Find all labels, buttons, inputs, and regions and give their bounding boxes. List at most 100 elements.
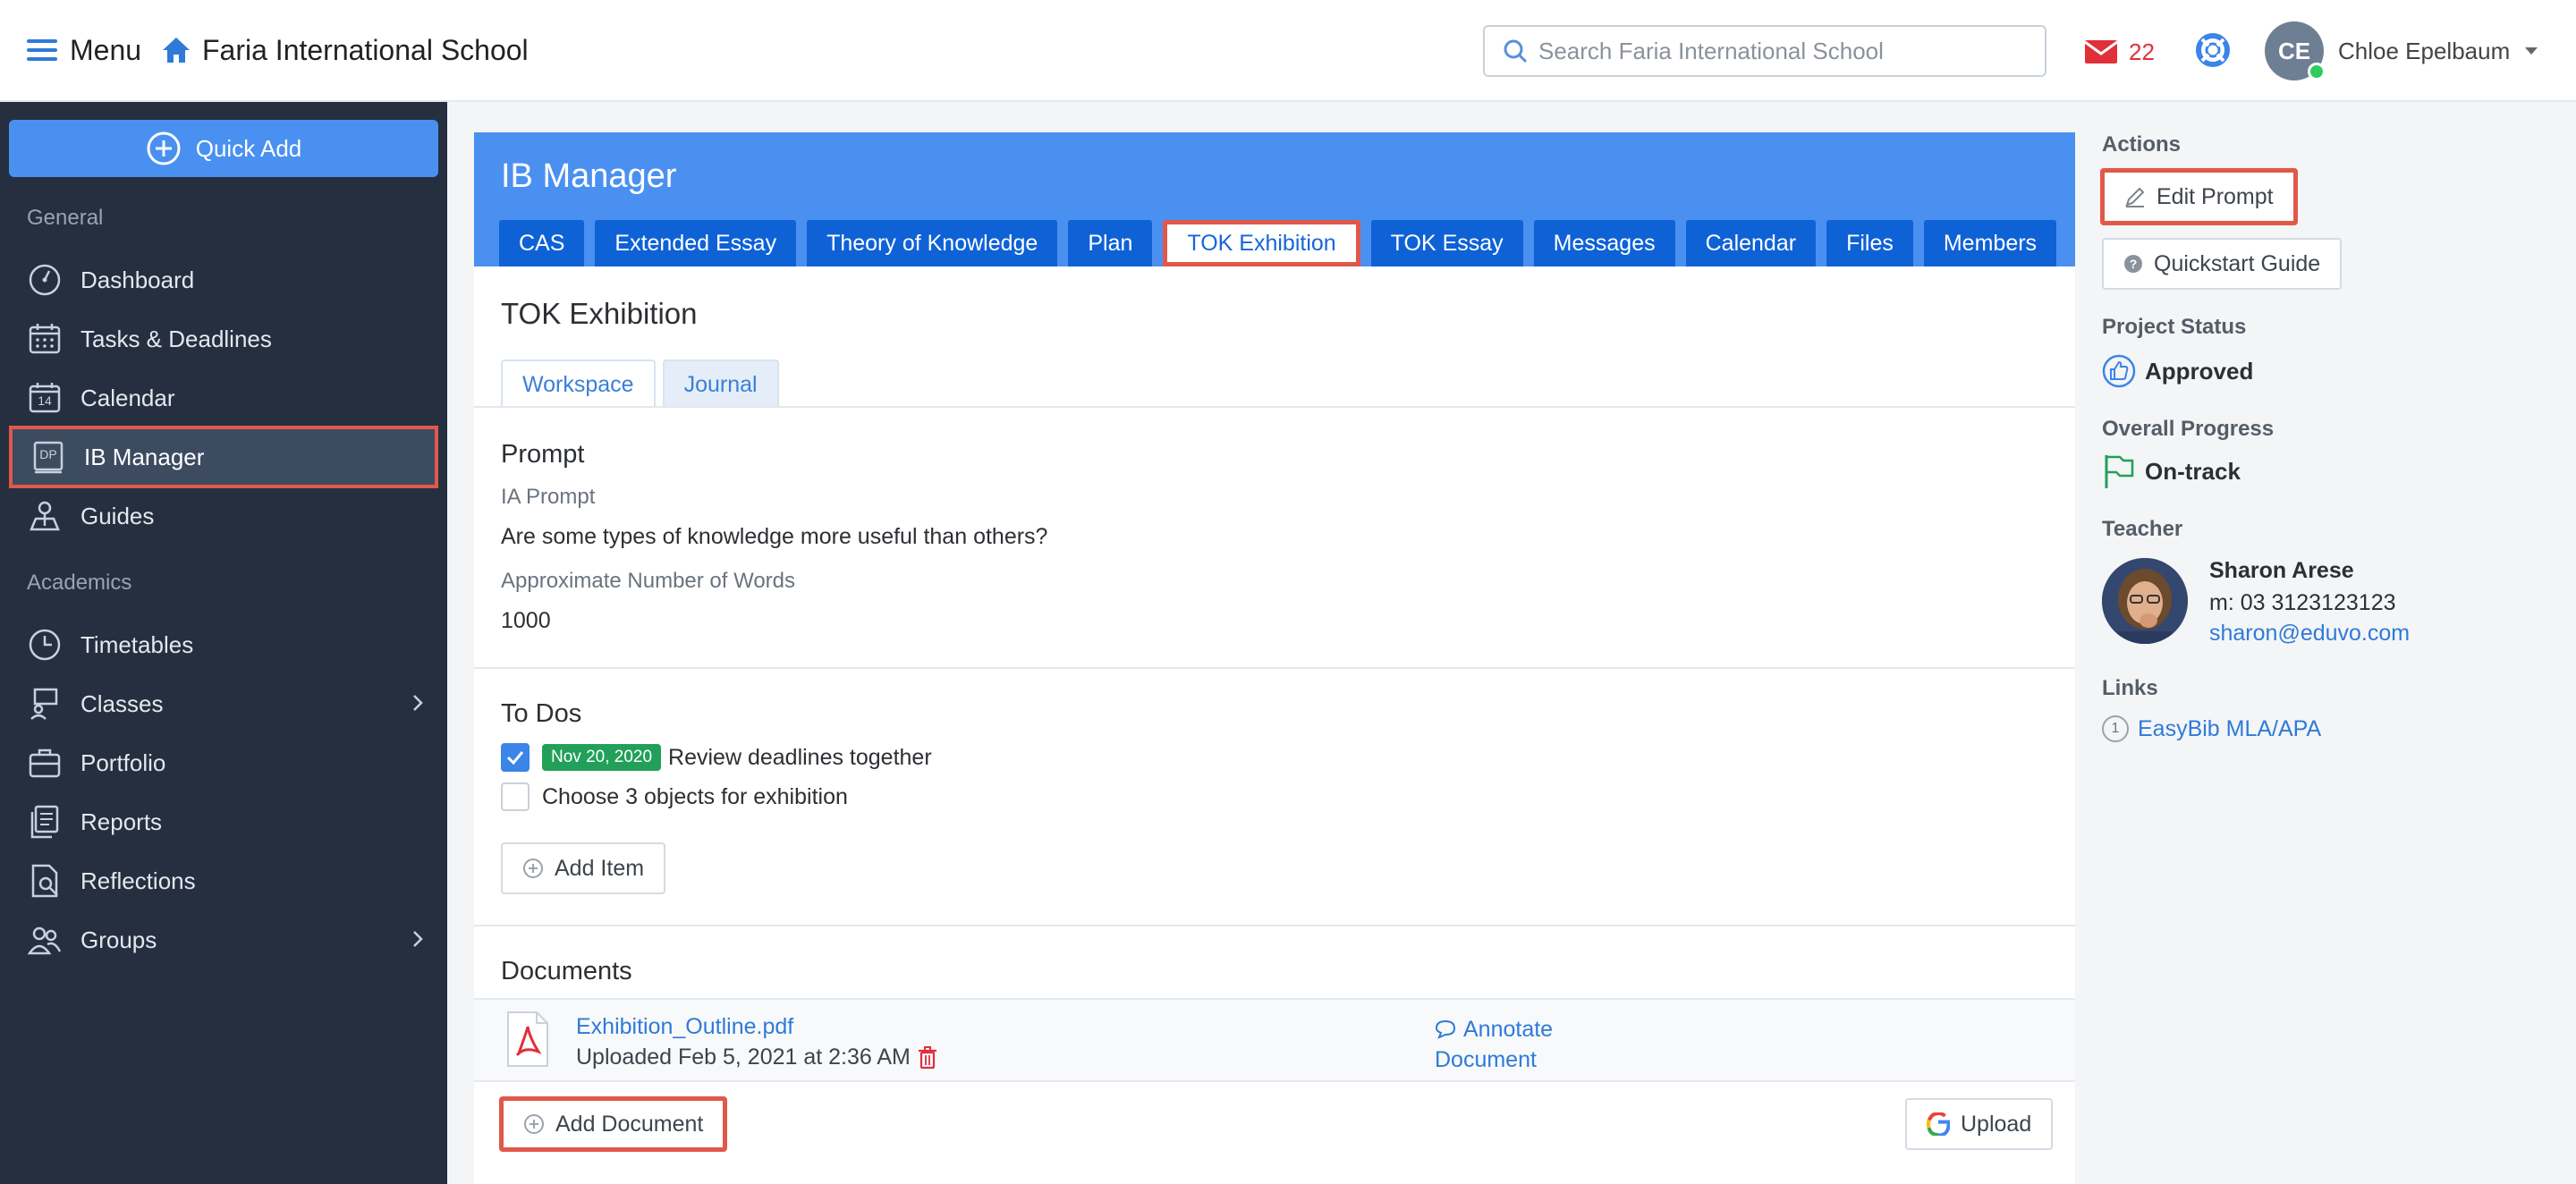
thumbs-up-icon [2102,354,2136,388]
progress-value: On-track [2145,457,2241,485]
word-count-value: 1000 [501,608,551,633]
sidebar-item-calendar[interactable]: 14 Calendar [9,370,438,426]
tab-tok-essay[interactable]: TOK Essay [1370,220,1523,266]
sidebar-item-tasks[interactable]: Tasks & Deadlines [9,311,438,367]
google-icon [1927,1112,1950,1136]
school-name: Faria International School [202,33,529,66]
sidebar-item-label: Portfolio [80,748,166,776]
link-item: 1 EasyBib MLA/APA [2102,715,2321,742]
pencil-icon [2125,187,2145,207]
sidebar-item-label: Reports [80,808,163,835]
pdf-file-icon [507,1011,548,1067]
home-icon [163,38,190,63]
sidebar-section-academics: Academics [27,571,132,595]
sidebar-item-label: Dashboard [80,266,195,293]
sidebar-item-timetables[interactable]: Timetables [9,617,438,672]
plus-circle-icon [524,1114,544,1134]
todo-date-badge: Nov 20, 2020 [542,744,662,771]
tab-files[interactable]: Files [1826,220,1913,266]
sidebar-item-label: Guides [80,502,155,529]
ib-tabs: CAS Extended Essay Theory of Knowledge P… [499,220,2057,266]
sidebar-item-groups[interactable]: Groups [9,912,438,968]
quickstart-guide-button[interactable]: ? Quickstart Guide [2102,238,2343,290]
upload-button[interactable]: Upload [1905,1098,2054,1150]
documents-heading: Documents [501,957,632,985]
tab-messages[interactable]: Messages [1533,220,1675,266]
prompt-heading: Prompt [501,440,585,469]
tab-extended-essay[interactable]: Extended Essay [595,220,797,266]
annotate-document-link[interactable]: Annotate Document [1435,1014,1553,1075]
teacher-avatar [2102,558,2188,644]
tab-theory-of-knowledge[interactable]: Theory of Knowledge [807,220,1058,266]
search-input[interactable] [1538,37,2021,65]
add-item-button[interactable]: Add Item [501,842,666,894]
main-panel: IB Manager CAS Extended Essay Theory of … [474,132,2075,1184]
reports-icon [27,804,63,840]
edit-prompt-button[interactable]: Edit Prompt [2100,168,2298,225]
ia-prompt-label: IA Prompt [501,485,596,509]
search-box [1483,25,2046,77]
divider [474,667,2075,669]
sidebar-item-label: Reflections [80,867,196,894]
todo-item: Choose 3 objects for exhibition [501,782,848,812]
upload-label: Upload [1961,1111,2032,1137]
actions-heading: Actions [2102,132,2182,156]
quickstart-label: Quickstart Guide [2154,250,2321,276]
quick-add-button[interactable]: Quick Add [9,120,438,177]
help-button[interactable] [2195,32,2231,68]
user-menu[interactable]: CE Chloe Epelbaum [2265,20,2538,82]
sidebar-item-label: Calendar [80,384,175,411]
sidebar-item-label: Tasks & Deadlines [80,325,272,352]
todo-checkbox[interactable] [501,743,530,772]
tab-members[interactable]: Members [1923,220,2057,266]
sidebar-item-portfolio[interactable]: Portfolio [9,735,438,791]
todo-text: Review deadlines together [668,744,932,770]
easybib-link[interactable]: EasyBib MLA/APA [2138,716,2321,742]
edit-prompt-label: Edit Prompt [2157,183,2274,209]
briefcase-icon [27,745,63,781]
sub-tabs: Workspace Journal [501,359,779,408]
menu-button[interactable]: Menu [27,30,141,70]
clock-icon [27,627,63,663]
sidebar-item-classes[interactable]: Classes [9,676,438,732]
dashboard-icon [27,262,63,298]
tab-workspace[interactable]: Workspace [501,359,656,408]
tab-calendar[interactable]: Calendar [1685,220,1817,266]
ib-manager-icon: DP [30,439,66,475]
document-row: Exhibition_Outline.pdf Uploaded Feb 5, 2… [474,998,2075,1082]
page-title: IB Manager [501,157,677,195]
overall-progress-heading: Overall Progress [2102,417,2275,441]
tab-journal[interactable]: Journal [662,359,779,408]
sidebar-item-label: Groups [80,926,157,953]
sidebar-item-dashboard[interactable]: Dashboard [9,252,438,308]
todo-checkbox[interactable] [501,782,530,811]
mail-button[interactable]: 22 [2084,34,2155,70]
mail-count: 22 [2129,38,2155,65]
quick-add-label: Quick Add [195,134,302,162]
add-document-button[interactable]: Add Document [499,1096,728,1152]
links-heading: Links [2102,676,2158,700]
tab-plan[interactable]: Plan [1068,220,1153,266]
tab-cas[interactable]: CAS [499,220,585,266]
todo-text: Choose 3 objects for exhibition [542,783,848,809]
add-document-label: Add Document [555,1111,704,1137]
sidebar-section-general: General [27,206,104,230]
reflections-icon [27,863,63,899]
hamburger-icon [27,39,57,61]
sidebar-item-guides[interactable]: Guides [9,488,438,544]
sidebar-item-reports[interactable]: Reports [9,794,438,850]
sidebar-item-reflections[interactable]: Reflections [9,853,438,909]
calendar-icon-day: 14 [38,393,52,408]
sidebar-item-ib-manager[interactable]: DP IB Manager [9,426,438,488]
speech-bubble-icon [1435,1019,1456,1039]
upload-info: Uploaded Feb 5, 2021 at 2:36 AM [576,1044,937,1070]
sidebar-item-label: IB Manager [84,443,205,470]
avatar: CE [2265,21,2326,80]
trash-icon[interactable] [918,1045,937,1070]
project-status: Approved [2102,354,2253,388]
user-name: Chloe Epelbaum [2338,37,2511,64]
document-link[interactable]: Exhibition_Outline.pdf [576,1014,793,1040]
school-home-link[interactable]: Faria International School [161,30,529,70]
tab-tok-exhibition[interactable]: TOK Exhibition [1163,220,1360,266]
teacher-email-link[interactable]: sharon@eduvo.com [2209,621,2410,647]
